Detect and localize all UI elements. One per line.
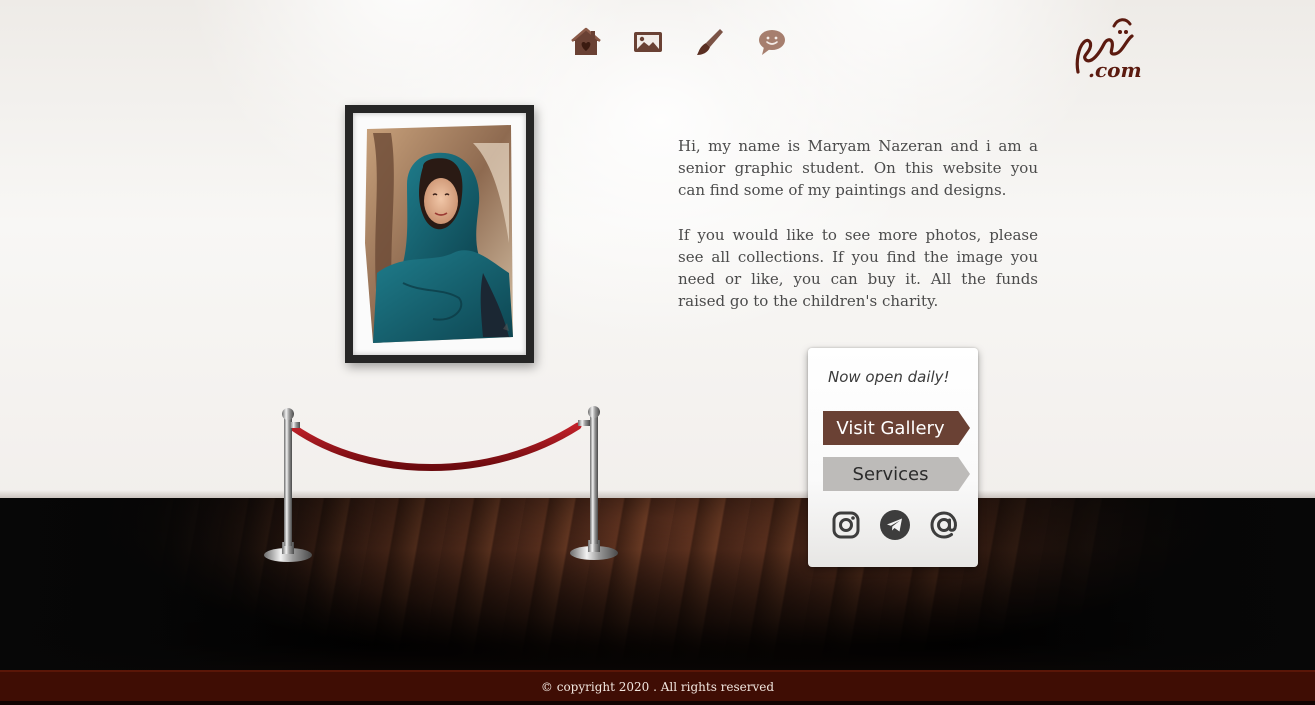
- nav-gallery-button[interactable]: [628, 22, 668, 62]
- wall-baseboard: [0, 490, 1315, 498]
- nav-paint-button[interactable]: [690, 22, 730, 62]
- portrait-mat: [353, 113, 526, 355]
- chat-icon: [759, 30, 785, 55]
- instagram-link[interactable]: [830, 509, 862, 541]
- telegram-link[interactable]: [879, 509, 911, 541]
- email-link[interactable]: [928, 509, 960, 541]
- image-icon: [634, 32, 662, 52]
- site-footer: © copyright 2020 . All rights reserved: [0, 670, 1315, 705]
- portrait-painting: [365, 125, 513, 343]
- nav-home-button[interactable]: [566, 22, 606, 62]
- info-panel: Now open daily! Visit Gallery Services: [808, 348, 978, 567]
- site-logo[interactable]: .com: [1070, 12, 1142, 84]
- home-icon: [571, 27, 601, 55]
- wooden-floor: [0, 498, 1315, 670]
- instagram-icon: [832, 511, 860, 539]
- intro-paragraph-1: Hi, my name is Maryam Nazeran and i am a…: [678, 137, 1038, 199]
- intro-text: Hi, my name is Maryam Nazeran and i am a…: [678, 135, 1038, 312]
- logo-domain-text: .com: [1088, 58, 1142, 82]
- panel-tagline: Now open daily!: [828, 368, 950, 386]
- visit-gallery-button[interactable]: Visit Gallery: [823, 411, 970, 445]
- services-button[interactable]: Services: [823, 457, 970, 491]
- velvet-rope-stanchions: [264, 406, 618, 562]
- portrait-frame: [345, 105, 534, 363]
- intro-paragraph-2: If you would like to see more photos, pl…: [678, 226, 1038, 310]
- brush-icon: [697, 29, 723, 55]
- social-links: [830, 508, 960, 542]
- nav-contact-button[interactable]: [752, 22, 792, 62]
- copyright-text: © copyright 2020 . All rights reserved: [540, 679, 775, 694]
- top-nav: [566, 22, 796, 62]
- at-sign-icon: [930, 511, 957, 539]
- telegram-icon: [880, 510, 910, 540]
